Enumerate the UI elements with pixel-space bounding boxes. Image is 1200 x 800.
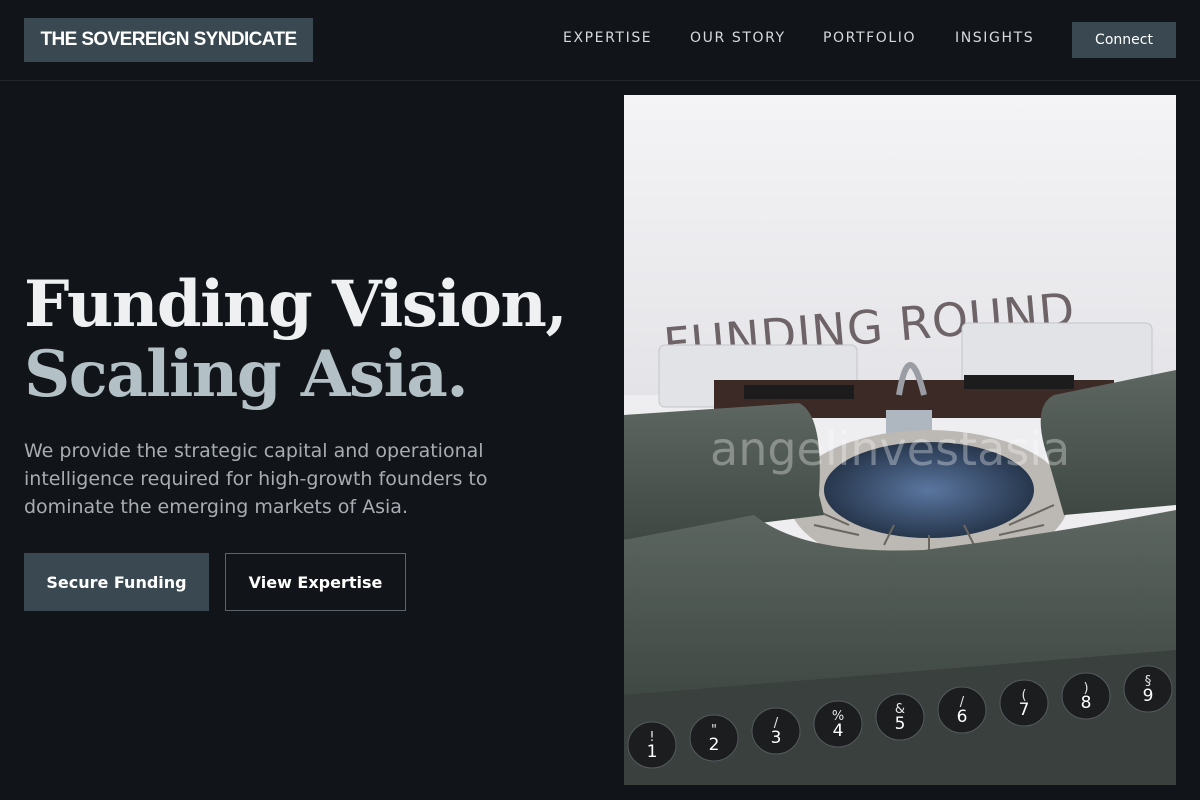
svg-text:9: 9 <box>1143 686 1154 706</box>
typewriter-key: /6 <box>937 686 987 734</box>
svg-text:2: 2 <box>709 735 720 755</box>
svg-text:5: 5 <box>895 714 906 734</box>
secure-funding-button[interactable]: Secure Funding <box>24 553 209 611</box>
svg-text:8: 8 <box>1081 693 1092 713</box>
connect-button[interactable]: Connect <box>1072 22 1176 58</box>
typewriter-key: §9 <box>1123 665 1173 713</box>
svg-text:4: 4 <box>833 721 844 741</box>
nav-link-expertise[interactable]: EXPERTISE <box>563 30 652 46</box>
nav-link-our-story[interactable]: OUR STORY <box>690 30 786 46</box>
hero-subtext: We provide the strategic capital and ope… <box>24 440 488 518</box>
svg-text:1: 1 <box>647 742 658 762</box>
typewriter-key: (7 <box>999 679 1049 727</box>
hero-headline: Funding Vision, Scaling Asia. <box>24 270 604 410</box>
svg-text:7: 7 <box>1019 700 1030 720</box>
view-expertise-button[interactable]: View Expertise <box>225 553 406 611</box>
typewriter-photo: FUNDING ROUND angelinvestasia ! 1 " 2/3% 4 & 5… <box>624 95 1176 785</box>
typewriter-key: %4 <box>813 700 863 748</box>
watermark-text: angelinvestasia <box>710 422 1070 476</box>
typewriter-key: )8 <box>1061 672 1111 720</box>
main-nav: EXPERTISE OUR STORY PORTFOLIO INSIGHTS <box>0 30 1200 50</box>
typewriter-key: "2 <box>689 714 739 762</box>
typewriter-key: !1 <box>627 721 677 769</box>
headline-line-1: Funding Vision, <box>24 267 568 342</box>
nav-link-insights[interactable]: INSIGHTS <box>955 30 1034 46</box>
site-header: THE SOVEREIGN SYNDICATE EXPERTISE OUR ST… <box>0 0 1200 81</box>
headline-line-2: Scaling Asia. <box>24 337 469 412</box>
nav-link-portfolio[interactable]: PORTFOLIO <box>823 30 916 46</box>
typewriter-key: &5 <box>875 693 925 741</box>
typewriter-key: /3 <box>751 707 801 755</box>
svg-text:3: 3 <box>771 728 782 748</box>
svg-text:6: 6 <box>957 707 968 727</box>
